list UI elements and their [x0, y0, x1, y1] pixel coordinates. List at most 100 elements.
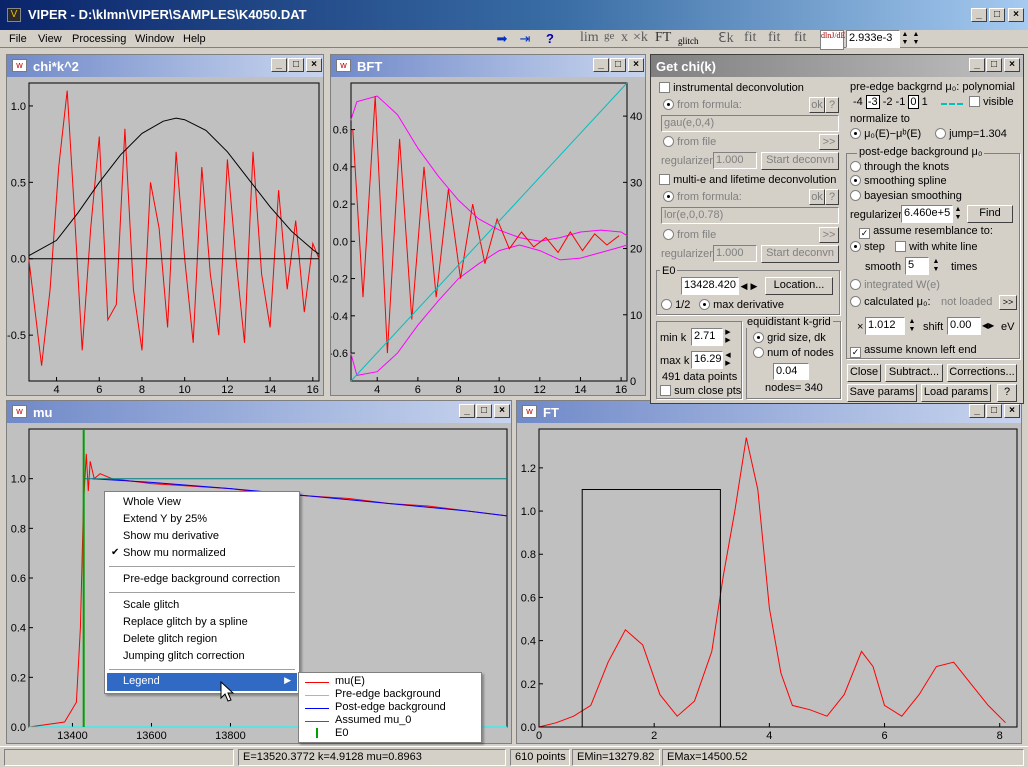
menu-show-mu-normalized[interactable]: Show mu normalized	[123, 547, 226, 559]
grid-size-radio[interactable]: grid size, dk	[753, 332, 826, 344]
legend-pre-edge[interactable]: Pre-edge background	[335, 688, 441, 700]
help-button-2[interactable]: ?	[825, 189, 839, 205]
minimize-icon[interactable]: _	[969, 58, 985, 72]
menu-window[interactable]: Window	[135, 33, 174, 45]
tool-fit-2[interactable]: fit	[768, 30, 780, 50]
getchi-help-button[interactable]: ?	[997, 384, 1017, 402]
save-icon[interactable]: ⇥	[516, 31, 534, 47]
smooth-field[interactable]: 5	[905, 257, 929, 275]
from-file-radio-1[interactable]: from file	[663, 136, 716, 148]
from-formula-radio-2[interactable]: from formula:	[663, 191, 742, 203]
toolbar-spin-icon-2[interactable]: ▲ ▼	[911, 31, 921, 47]
menu-scale-glitch[interactable]: Scale glitch	[123, 599, 179, 611]
start-deconvn-button-1[interactable]: Start deconvn	[761, 152, 839, 170]
menu-file[interactable]: File	[9, 33, 27, 45]
menu-whole-view[interactable]: Whole View	[123, 496, 181, 508]
min-k-field[interactable]: 2.71	[691, 328, 723, 346]
close-button[interactable]: Close	[847, 364, 881, 382]
calculated-radio[interactable]: calculated μ₀:	[850, 296, 931, 308]
visible-check[interactable]: visible	[969, 96, 1014, 108]
dlnj-de-icon[interactable]: dlnJ/dE	[820, 30, 845, 50]
help-question-icon[interactable]: ?	[541, 31, 559, 47]
chik2-chart[interactable]: 4 6 8 10 12 14 16 1.0 0.5 0.0 -0.5	[7, 77, 323, 395]
menu-jumping-glitch[interactable]: Jumping glitch correction	[123, 650, 245, 662]
close-icon[interactable]: ×	[1004, 58, 1020, 72]
step-radio[interactable]: step	[850, 241, 885, 253]
close-icon[interactable]: ×	[1004, 404, 1020, 418]
location-button[interactable]: Location...	[765, 277, 833, 295]
poly-order-m4[interactable]: -4	[853, 96, 863, 108]
minimize-icon[interactable]: _	[969, 404, 985, 418]
from-formula-radio-1[interactable]: from formula:	[663, 99, 742, 111]
min-k-spin-icon[interactable]: ▶ ▶	[723, 329, 733, 345]
max-k-field[interactable]: 16.29	[691, 351, 723, 369]
toolbar-value-field[interactable]: 2.933e-3	[846, 30, 900, 48]
minimize-icon[interactable]: _	[593, 58, 609, 72]
shift-spin-icon[interactable]: ◀▶	[982, 318, 994, 334]
e0-left-arrow-icon[interactable]: ◀	[739, 278, 749, 294]
tool-ge[interactable]: ge	[604, 30, 614, 50]
num-nodes-radio[interactable]: num of nodes	[753, 347, 834, 359]
sum-close-check[interactable]: sum close pts	[660, 385, 741, 397]
browse-button-1[interactable]: >>	[819, 134, 839, 150]
poly-order-m1[interactable]: -1	[896, 96, 906, 108]
start-deconvn-button-2[interactable]: Start deconvn	[761, 245, 839, 263]
e0-right-arrow-icon[interactable]: ▶	[749, 278, 759, 294]
browse-button-3[interactable]: >>	[999, 295, 1017, 310]
maximize-icon[interactable]: □	[476, 404, 492, 418]
poly-order-0[interactable]: 0	[908, 95, 919, 109]
menu-show-mu-derivative[interactable]: Show mu derivative	[123, 530, 219, 542]
load-icon[interactable]: ➡	[493, 31, 511, 47]
formula-field-1[interactable]: gau(e,0,4)	[661, 115, 839, 132]
half-radio[interactable]: 1/2	[661, 299, 690, 311]
close-icon[interactable]: ×	[628, 58, 644, 72]
maximize-icon[interactable]: □	[986, 58, 1002, 72]
close-icon[interactable]: ×	[494, 404, 510, 418]
smooth-spin-icon[interactable]: ▲ ▼	[931, 258, 941, 274]
maximize-icon[interactable]: □	[288, 58, 304, 72]
browse-button-2[interactable]: >>	[819, 227, 839, 243]
menu-legend-highlight[interactable]: Legend ▶	[107, 673, 297, 691]
save-params-button[interactable]: Save params	[847, 384, 917, 402]
bayesian-radio[interactable]: bayesian smoothing	[850, 190, 962, 202]
poly-order-m3[interactable]: -3	[865, 95, 880, 109]
max-derivative-radio[interactable]: max derivative	[699, 299, 784, 311]
legend-assumed-mu0[interactable]: Assumed mu_0	[335, 714, 411, 726]
tool-ek[interactable]: ℇk	[718, 30, 734, 50]
bft-chart[interactable]: 4 6 8 10 12 14 16 0.6 0.4 0.2 0.0 -0.2 -0.4 -0.6 40 30 2…	[331, 77, 645, 395]
minimize-icon[interactable]: _	[459, 404, 475, 418]
menu-replace-glitch[interactable]: Replace glitch by a spline	[123, 616, 248, 628]
close-icon[interactable]: ×	[1008, 8, 1024, 22]
poly-order-selector[interactable]: -4 -3 -2 -1 0 1	[853, 95, 928, 109]
corrections-button[interactable]: Corrections...	[947, 364, 1017, 382]
menu-processing[interactable]: Processing	[72, 33, 126, 45]
ft-chart[interactable]: 0 2 4 6 8 1.2 1.0 0.8 0.6 0.4 0.2 0.0	[517, 423, 1021, 743]
poly-order-1[interactable]: 1	[922, 96, 928, 108]
help-button-1[interactable]: ?	[825, 97, 839, 113]
integrated-radio[interactable]: integrated W(e)	[850, 279, 940, 291]
toolbar-spin-icon[interactable]: ▲ ▼	[900, 31, 910, 47]
e0-field[interactable]: 13428.420	[681, 277, 739, 295]
maximize-icon[interactable]: □	[986, 404, 1002, 418]
assume-resemblance-check[interactable]: ✓ assume resemblance to:	[859, 225, 993, 239]
from-file-radio-2[interactable]: from file	[663, 229, 716, 241]
regularizer-field-2[interactable]: 1.000	[713, 245, 757, 262]
max-k-spin-icon[interactable]: ◀ ▶	[723, 352, 733, 368]
menu-view[interactable]: View	[38, 33, 62, 45]
maximize-icon[interactable]: □	[989, 8, 1005, 22]
assume-known-check[interactable]: ✓ assume known left end	[850, 344, 977, 358]
close-icon[interactable]: ×	[306, 58, 322, 72]
viper-logo-icon[interactable]: V	[7, 8, 21, 22]
legend-mu[interactable]: mu(E)	[335, 675, 365, 687]
formula-field-2[interactable]: lor(e,0,0.78)	[661, 207, 839, 224]
tool-x[interactable]: x	[621, 30, 628, 50]
tool-lim[interactable]: lim	[580, 30, 599, 50]
menu-extend-y[interactable]: Extend Y by 25%	[123, 513, 207, 525]
minimize-icon[interactable]: _	[271, 58, 287, 72]
jump-radio[interactable]: jump=1.304	[935, 128, 1007, 140]
multiplier-field[interactable]: 1.012	[865, 317, 905, 335]
menu-pre-edge-correction[interactable]: Pre-edge background correction	[123, 573, 280, 585]
tool-xk[interactable]: ×k	[633, 30, 648, 50]
ok-button-1[interactable]: ok	[809, 97, 825, 113]
through-knots-radio[interactable]: through the knots	[850, 161, 949, 173]
